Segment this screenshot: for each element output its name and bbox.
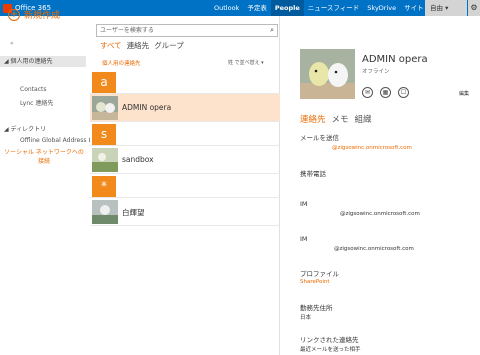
profile-link[interactable]: SharePoint	[300, 279, 330, 285]
contact-name: ADMIN opera	[122, 103, 172, 112]
detail-tabs: 連絡先 メモ 組織	[300, 113, 372, 125]
folder-lync-contacts[interactable]: Lync 連絡先	[20, 98, 53, 107]
linked-contacts-label: リンクされた連絡先	[300, 336, 359, 344]
presence-status: オフライン	[362, 69, 390, 75]
contact-row[interactable]: ADMIN opera	[90, 94, 280, 122]
search-placeholder: ユーザーを検索する	[100, 27, 154, 34]
new-contact-button[interactable]: + 新規作成	[8, 8, 60, 21]
plus-icon: +	[8, 8, 20, 21]
gear-icon[interactable]: ⚙	[468, 0, 480, 16]
work-address-value: 日本	[300, 315, 312, 321]
letter-tile[interactable]: *	[92, 176, 116, 197]
email-link[interactable]: @zigsowinc.onmicrosoft.com	[332, 145, 412, 151]
nav-newsfeed[interactable]: ニュースフィード	[304, 0, 364, 16]
contact-photo	[300, 49, 355, 99]
nav-calendar[interactable]: 予定表	[243, 0, 271, 16]
tab-contact[interactable]: 連絡先	[300, 113, 326, 125]
nav-sites[interactable]: サイト	[400, 0, 428, 16]
letter-header: s	[90, 122, 280, 146]
connect-social-link[interactable]: ソーシャル ネットワークへの接続	[4, 148, 84, 166]
nav-people[interactable]: People	[270, 0, 304, 16]
sort-dropdown[interactable]: 姓 で並べ替え ▾	[228, 59, 264, 66]
nav-skydrive[interactable]: SkyDrive	[363, 0, 400, 16]
filter-contacts[interactable]: 連絡先	[127, 40, 150, 51]
letter-tile[interactable]: s	[92, 124, 116, 145]
contact-name: sandbox	[122, 155, 154, 164]
im-label: IM	[300, 200, 308, 208]
list-header: 個人用の連絡先	[102, 61, 141, 67]
email-icon[interactable]: ✉	[362, 87, 373, 98]
detail-name: ADMIN opera	[362, 54, 428, 65]
profile-label: プロファイル	[300, 270, 339, 278]
my-contacts-folder[interactable]: ◢ 個人用の連絡先	[0, 56, 86, 67]
chat-icon[interactable]: ☐	[398, 87, 409, 98]
im-value[interactable]: @zigsowinc.onmicrosoft.com	[334, 246, 414, 252]
mobile-label: 携帯電話	[300, 170, 326, 178]
im-value[interactable]: @zigsowinc.onmicrosoft.com	[340, 211, 420, 217]
contact-avatar	[92, 148, 118, 172]
contact-name: 白輝望	[122, 208, 145, 217]
calendar-icon[interactable]: ▦	[380, 87, 391, 98]
directory-folder[interactable]: ◢ ディレクトリ	[4, 124, 46, 133]
list-filters: すべて 連絡先 グループ	[100, 40, 184, 51]
work-address-label: 勤務先住所	[300, 304, 333, 312]
top-bar: Office 365 Outlook 予定表 People ニュースフィード S…	[0, 0, 480, 16]
top-nav: Outlook 予定表 People ニュースフィード SkyDrive サイト…	[210, 0, 447, 16]
filter-groups[interactable]: グループ	[154, 40, 184, 51]
folder-contacts[interactable]: Contacts	[20, 86, 46, 93]
tab-organization[interactable]: 組織	[355, 113, 372, 125]
letter-header: a	[90, 70, 280, 94]
send-mail-label: メールを送信	[300, 134, 339, 142]
im-label: IM	[300, 235, 308, 243]
contact-row[interactable]: sandbox	[90, 146, 280, 174]
new-contact-label: 新規作成	[24, 11, 61, 21]
collapse-icon[interactable]: «	[10, 40, 14, 47]
contact-avatar	[92, 200, 118, 224]
contact-row[interactable]: 白輝望	[90, 198, 280, 226]
nav-outlook[interactable]: Outlook	[210, 0, 243, 16]
linked-contacts-value: 最近メールを送った相手	[300, 347, 361, 353]
filter-all[interactable]: すべて	[100, 40, 122, 51]
edit-button[interactable]: 編集	[459, 90, 469, 97]
letter-tile[interactable]: a	[92, 72, 116, 93]
search-input[interactable]: ユーザーを検索する ⌕	[96, 24, 278, 37]
search-icon[interactable]: ⌕	[270, 25, 274, 36]
tab-notes[interactable]: メモ	[332, 113, 349, 125]
contact-avatar	[92, 96, 118, 120]
folder-offline-gal[interactable]: Offline Global Address List	[20, 137, 99, 144]
user-menu[interactable]: 自由 ▾	[425, 0, 467, 16]
letter-header: *	[90, 174, 280, 198]
